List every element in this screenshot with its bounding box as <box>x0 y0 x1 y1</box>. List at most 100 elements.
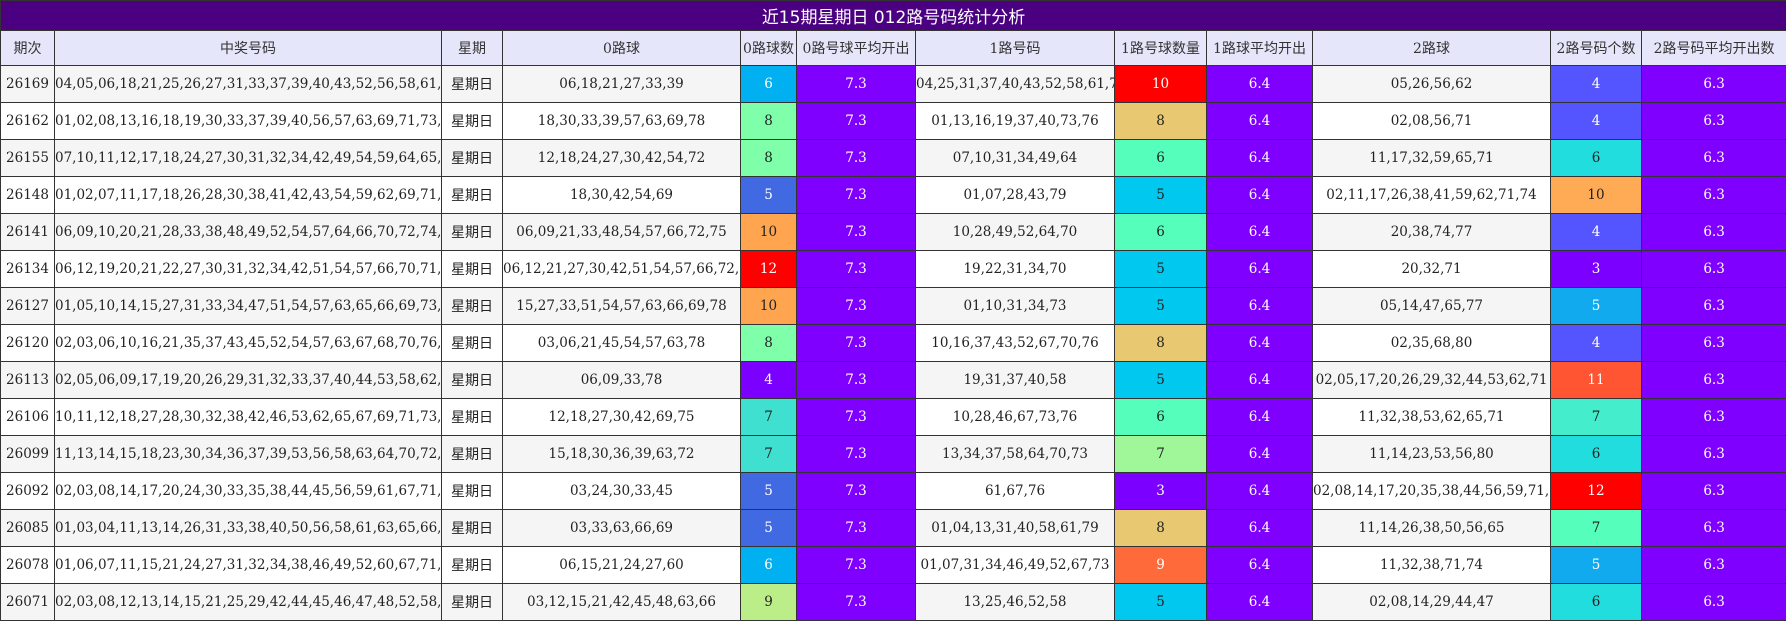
r1-count-cell: 5 <box>1115 251 1207 288</box>
r0-avg-cell: 7.3 <box>797 66 916 103</box>
r0-avg-cell: 7.3 <box>797 362 916 399</box>
r1-count-cell: 5 <box>1115 177 1207 214</box>
r1-avg-cell: 6.4 <box>1207 177 1313 214</box>
r0-numbers-cell: 06,18,21,27,33,39 <box>503 66 741 103</box>
r0-count-cell: 10 <box>741 288 797 325</box>
issue-cell: 26113 <box>1 362 55 399</box>
header-weekday: 星期 <box>442 31 503 66</box>
r1-numbers-cell: 13,34,37,58,64,70,73 <box>916 436 1115 473</box>
r0-numbers-cell: 18,30,42,54,69 <box>503 177 741 214</box>
weekday-cell: 星期日 <box>442 362 503 399</box>
r0-count-cell: 5 <box>741 510 797 547</box>
r1-avg-cell: 6.4 <box>1207 140 1313 177</box>
r0-numbers-cell: 03,12,15,21,42,45,48,63,66 <box>503 584 741 621</box>
numbers-cell: 01,03,04,11,13,14,26,31,33,38,40,50,56,5… <box>55 510 442 547</box>
r1-avg-cell: 6.4 <box>1207 399 1313 436</box>
r1-numbers-cell: 07,10,31,34,49,64 <box>916 140 1115 177</box>
r2-avg-cell: 6.3 <box>1642 214 1786 251</box>
r1-avg-cell: 6.4 <box>1207 547 1313 584</box>
r0-avg-cell: 7.3 <box>797 584 916 621</box>
issue-cell: 26071 <box>1 584 55 621</box>
weekday-cell: 星期日 <box>442 103 503 140</box>
r2-avg-cell: 6.3 <box>1642 251 1786 288</box>
r2-count-cell: 3 <box>1551 251 1642 288</box>
table-row: 2608501,03,04,11,13,14,26,31,33,38,40,50… <box>1 510 1786 547</box>
r0-avg-cell: 7.3 <box>797 214 916 251</box>
r0-count-cell: 5 <box>741 177 797 214</box>
r2-count-cell: 5 <box>1551 547 1642 584</box>
r0-avg-cell: 7.3 <box>797 288 916 325</box>
r2-count-cell: 7 <box>1551 510 1642 547</box>
r0-avg-cell: 7.3 <box>797 436 916 473</box>
issue-cell: 26092 <box>1 473 55 510</box>
numbers-cell: 06,09,10,20,21,28,33,38,48,49,52,54,57,6… <box>55 214 442 251</box>
page-title: 近15期星期日 012路号码统计分析 <box>1 1 1786 31</box>
weekday-cell: 星期日 <box>442 473 503 510</box>
table-body: 2616904,05,06,18,21,25,26,27,31,33,37,39… <box>1 66 1786 621</box>
r2-avg-cell: 6.3 <box>1642 473 1786 510</box>
r1-numbers-cell: 61,67,76 <box>916 473 1115 510</box>
r2-numbers-cell: 02,08,14,17,20,35,38,44,56,59,71,77 <box>1313 473 1551 510</box>
numbers-cell: 10,11,12,18,27,28,30,32,38,42,46,53,62,6… <box>55 399 442 436</box>
weekday-cell: 星期日 <box>442 399 503 436</box>
numbers-cell: 02,03,08,14,17,20,24,30,33,35,38,44,45,5… <box>55 473 442 510</box>
r0-count-cell: 4 <box>741 362 797 399</box>
r1-numbers-cell: 10,28,49,52,64,70 <box>916 214 1115 251</box>
r2-numbers-cell: 11,32,38,71,74 <box>1313 547 1551 584</box>
r2-avg-cell: 6.3 <box>1642 436 1786 473</box>
r1-count-cell: 6 <box>1115 399 1207 436</box>
r2-count-cell: 6 <box>1551 140 1642 177</box>
table-row: 2607801,06,07,11,15,21,24,27,31,32,34,38… <box>1 547 1786 584</box>
r1-numbers-cell: 10,28,46,67,73,76 <box>916 399 1115 436</box>
r1-count-cell: 5 <box>1115 584 1207 621</box>
r1-numbers-cell: 13,25,46,52,58 <box>916 584 1115 621</box>
header-r1-count: 1路号球数量 <box>1115 31 1207 66</box>
r1-count-cell: 6 <box>1115 214 1207 251</box>
r2-avg-cell: 6.3 <box>1642 288 1786 325</box>
r1-count-cell: 3 <box>1115 473 1207 510</box>
r0-count-cell: 8 <box>741 325 797 362</box>
issue-cell: 26141 <box>1 214 55 251</box>
table-row: 2616904,05,06,18,21,25,26,27,31,33,37,39… <box>1 66 1786 103</box>
r2-count-cell: 11 <box>1551 362 1642 399</box>
issue-cell: 26085 <box>1 510 55 547</box>
r2-avg-cell: 6.3 <box>1642 584 1786 621</box>
r0-avg-cell: 7.3 <box>797 251 916 288</box>
r2-numbers-cell: 02,08,14,29,44,47 <box>1313 584 1551 621</box>
numbers-cell: 01,05,10,14,15,27,31,33,34,47,51,54,57,6… <box>55 288 442 325</box>
r0-count-cell: 7 <box>741 436 797 473</box>
r1-numbers-cell: 19,31,37,40,58 <box>916 362 1115 399</box>
r2-count-cell: 12 <box>1551 473 1642 510</box>
r2-avg-cell: 6.3 <box>1642 103 1786 140</box>
table-row: 2614106,09,10,20,21,28,33,38,48,49,52,54… <box>1 214 1786 251</box>
r2-numbers-cell: 11,17,32,59,65,71 <box>1313 140 1551 177</box>
r1-avg-cell: 6.4 <box>1207 103 1313 140</box>
r0-numbers-cell: 03,33,63,66,69 <box>503 510 741 547</box>
r0-numbers-cell: 03,06,21,45,54,57,63,78 <box>503 325 741 362</box>
table-row: 2613406,12,19,20,21,22,27,30,31,32,34,42… <box>1 251 1786 288</box>
r1-numbers-cell: 04,25,31,37,40,43,52,58,61,73 <box>916 66 1115 103</box>
r0-count-cell: 8 <box>741 140 797 177</box>
r1-count-cell: 5 <box>1115 362 1207 399</box>
r0-avg-cell: 7.3 <box>797 103 916 140</box>
r1-avg-cell: 6.4 <box>1207 251 1313 288</box>
table-row: 2612701,05,10,14,15,27,31,33,34,47,51,54… <box>1 288 1786 325</box>
r0-numbers-cell: 15,18,30,36,39,63,72 <box>503 436 741 473</box>
r2-numbers-cell: 11,14,26,38,50,56,65 <box>1313 510 1551 547</box>
weekday-cell: 星期日 <box>442 288 503 325</box>
table-row: 2609911,13,14,15,18,23,30,34,36,37,39,53… <box>1 436 1786 473</box>
numbers-cell: 01,06,07,11,15,21,24,27,31,32,34,38,46,4… <box>55 547 442 584</box>
numbers-cell: 06,12,19,20,21,22,27,30,31,32,34,42,51,5… <box>55 251 442 288</box>
issue-cell: 26099 <box>1 436 55 473</box>
issue-cell: 26134 <box>1 251 55 288</box>
table-row: 2614801,02,07,11,17,18,26,28,30,38,41,42… <box>1 177 1786 214</box>
r0-avg-cell: 7.3 <box>797 177 916 214</box>
r0-count-cell: 7 <box>741 399 797 436</box>
weekday-cell: 星期日 <box>442 510 503 547</box>
r1-numbers-cell: 01,10,31,34,73 <box>916 288 1115 325</box>
r0-avg-cell: 7.3 <box>797 325 916 362</box>
r0-count-cell: 6 <box>741 66 797 103</box>
r1-numbers-cell: 10,16,37,43,52,67,70,76 <box>916 325 1115 362</box>
r2-numbers-cell: 02,11,17,26,38,41,59,62,71,74 <box>1313 177 1551 214</box>
weekday-cell: 星期日 <box>442 325 503 362</box>
